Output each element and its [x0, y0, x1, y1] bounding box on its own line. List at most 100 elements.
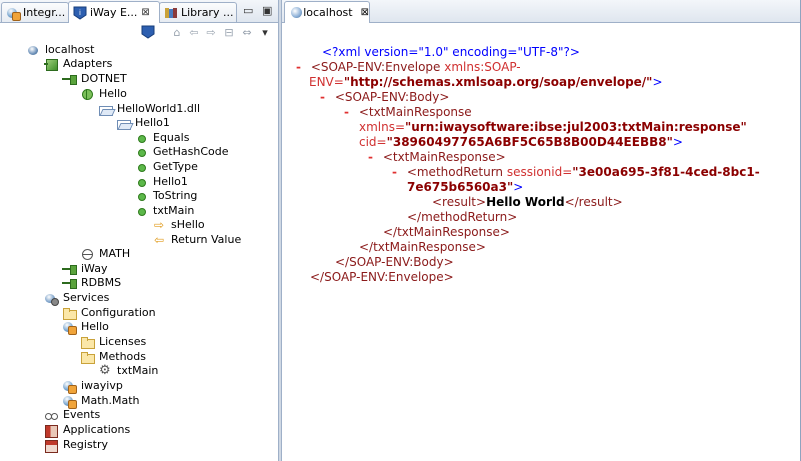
xml-line-method-close: </methodReturn> — [407, 210, 518, 224]
method-icon — [134, 131, 148, 145]
editor-tab-bar: localhost ⊠ — [282, 0, 800, 23]
tree-node-licenses[interactable]: Licenses — [80, 335, 146, 349]
xml-line-inner-response: - <txtMainResponse> — [368, 150, 506, 164]
tab-iway-explorer[interactable]: i iWay E... ⊠ — [68, 1, 160, 23]
services-icon — [44, 291, 59, 306]
xml-line-method-return: - <methodReturn sessionid="3e00a695-3f81… — [392, 165, 760, 179]
plug-icon — [62, 276, 77, 290]
iway-shield-icon[interactable] — [141, 25, 155, 39]
tab-label: iWay E... — [90, 6, 138, 19]
xml-line-inner-response-close: </txtMainResponse> — [383, 225, 510, 239]
tree-node-registry[interactable]: Registry — [44, 438, 108, 453]
left-tab-bar: Integr... i iWay E... ⊠ Library ... ▭ ▣ — [0, 0, 278, 23]
tree-node-services[interactable]: Services — [44, 291, 109, 306]
xml-line-response-ns: xmlns="urn:iwaysoftware:ibse:jul2003:txt… — [359, 120, 747, 134]
iway-logo-icon: i — [73, 6, 87, 20]
plug-icon — [62, 72, 77, 86]
tree-node-method[interactable]: GetHashCode — [134, 145, 228, 159]
close-icon[interactable]: ⊠ — [361, 7, 369, 18]
tree-node-method[interactable]: Equals — [134, 131, 189, 145]
view-menu-icon[interactable]: ▾ — [258, 25, 272, 39]
xml-line-response: - <txtMainResponse — [344, 105, 472, 119]
tree-node-methods[interactable]: Methods — [80, 350, 146, 364]
service-icon — [62, 394, 77, 409]
tree-node-hello[interactable]: Hello — [80, 87, 127, 101]
adapter-icon — [44, 57, 58, 71]
method-icon — [134, 175, 148, 189]
tree-node-events[interactable]: Events — [44, 408, 100, 422]
service-icon — [62, 320, 77, 335]
navigator-toolbar: ⌂ ⇦ ⇨ ⊟ ⇔ ▾ — [0, 23, 278, 41]
tree-node-localhost[interactable]: localhost — [26, 43, 94, 57]
tab-label: localhost — [303, 6, 353, 19]
close-icon[interactable]: ⊠ — [141, 7, 149, 18]
tree-node-configuration[interactable]: Configuration — [62, 306, 156, 320]
editor-panel: localhost ⊠ <?xml version="1.0" encoding… — [282, 0, 800, 461]
open-folder-icon — [98, 102, 113, 116]
xml-line-envelope-close: </SOAP-ENV:Envelope> — [310, 270, 454, 284]
svg-text:i: i — [79, 9, 81, 17]
events-icon — [44, 408, 58, 422]
gear-icon — [98, 363, 112, 378]
navigator-panel: Integr... i iWay E... ⊠ Library ... ▭ ▣ … — [0, 0, 278, 461]
xml-declaration: <?xml version="1.0" encoding="UTF-8"?> — [322, 45, 580, 59]
xml-line-response-cid: cid="38960497765A6BF5C65B8B00D44EEBB8"> — [359, 135, 683, 149]
registry-icon — [44, 438, 58, 453]
forward-icon[interactable]: ⇨ — [204, 25, 218, 39]
server-icon — [26, 43, 40, 57]
connection-icon — [80, 87, 94, 101]
folder-icon — [62, 306, 77, 320]
xml-line-envelope: - <SOAP-ENV:Envelope xmlns:SOAP- — [296, 60, 521, 74]
tree-node-rdbms[interactable]: RDBMS — [62, 276, 121, 290]
tree-node-txtmain[interactable]: txtMain — [98, 363, 158, 378]
collapse-toggle[interactable]: - — [320, 90, 325, 104]
tab-integration-explorer[interactable]: Integr... — [1, 2, 69, 22]
folder-icon — [80, 350, 95, 364]
xml-line-body: - <SOAP-ENV:Body> — [320, 90, 450, 104]
tree-node-method[interactable]: txtMain — [134, 204, 194, 218]
tree-node-applications[interactable]: Applications — [44, 423, 130, 438]
xml-line-body-close: </SOAP-ENV:Body> — [335, 255, 454, 269]
tree-node-method[interactable]: GetType — [134, 160, 198, 174]
link-icon[interactable]: ⇔ — [240, 25, 254, 39]
tree-node-iwayivp[interactable]: iwayivp — [62, 379, 123, 394]
tree-node-dotnet[interactable]: DOTNET — [62, 72, 127, 86]
method-icon — [134, 145, 148, 159]
xml-line-result: <result>Hello World</result> — [432, 195, 623, 209]
integration-icon — [6, 6, 21, 21]
plug-icon — [62, 262, 77, 276]
applications-icon — [44, 423, 58, 438]
tree-node-shello[interactable]: ⇨ sHello — [152, 218, 205, 232]
tab-library-explorer[interactable]: Library ... — [159, 2, 237, 22]
tab-localhost[interactable]: localhost ⊠ — [284, 1, 370, 23]
connection-icon — [80, 247, 94, 261]
tab-label: Library ... — [181, 6, 234, 19]
output-arrow-icon: ⇦ — [153, 233, 165, 247]
tree-node-service-hello[interactable]: Hello — [62, 320, 109, 335]
tree-node-adapters[interactable]: Adapters — [44, 57, 112, 71]
open-folder-icon — [116, 116, 131, 130]
tree-node-dll[interactable]: HelloWorld1.dll — [98, 102, 200, 116]
collapse-toggle[interactable]: - — [344, 105, 349, 119]
home-icon[interactable]: ⌂ — [170, 25, 184, 39]
tree-node-math-math[interactable]: Math.Math — [62, 394, 140, 409]
folder-icon — [80, 335, 95, 349]
collapse-toggle[interactable]: - — [368, 150, 373, 164]
back-icon[interactable]: ⇦ — [187, 25, 201, 39]
tree-node-return-value[interactable]: ⇦ Return Value — [152, 233, 241, 247]
tree-node-math[interactable]: MATH — [80, 247, 130, 261]
xml-line-session-cont: 7e675b6560a3"> — [407, 180, 524, 194]
collapse-all-icon[interactable]: ⊟ — [222, 25, 236, 39]
tree-node-iway[interactable]: iWay — [62, 262, 107, 276]
minimize-icon[interactable]: ▭ — [243, 4, 253, 17]
tree-node-method[interactable]: Hello1 — [134, 175, 188, 189]
service-icon — [62, 379, 77, 394]
maximize-icon[interactable]: ▣ — [262, 4, 272, 17]
method-icon — [134, 204, 148, 218]
tree-node-method[interactable]: ToString — [134, 189, 197, 203]
tree-node-hello1[interactable]: Hello1 — [116, 116, 170, 130]
collapse-toggle[interactable]: - — [296, 60, 301, 74]
library-icon — [164, 6, 178, 20]
method-icon — [134, 189, 148, 203]
collapse-toggle[interactable]: - — [392, 165, 397, 179]
